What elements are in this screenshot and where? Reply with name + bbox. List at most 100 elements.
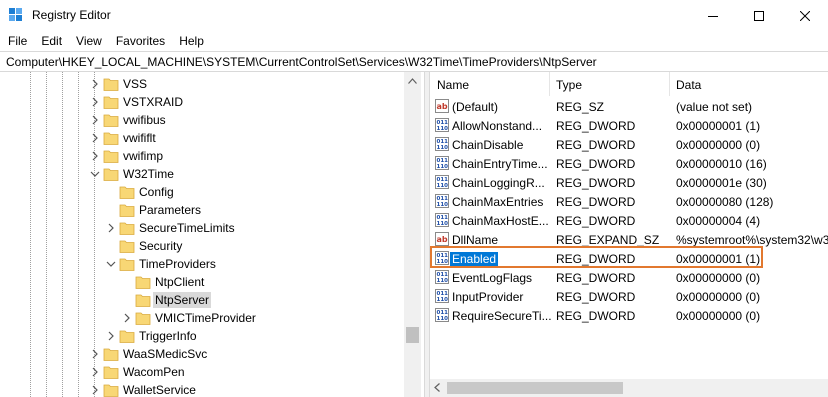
value-type: REG_DWORD [556, 214, 636, 228]
value-data: 0x00000000 (0) [676, 290, 761, 304]
value-row-chainloggingr[interactable]: 011 110 ChainLoggingR... REG_DWORD 0x0000001… [430, 173, 828, 192]
value-data: 0x00000000 (0) [676, 138, 761, 152]
key-tree: VSS VSTXRAID vwifibus vwififlt vwifimp W32Tim… [0, 72, 424, 397]
column-header-data[interactable]: Data [676, 78, 701, 92]
value-row--default[interactable]: ab (Default) REG_SZ (value not set) [430, 97, 828, 116]
column-divider[interactable] [669, 72, 670, 96]
tree-item-config[interactable]: Config [0, 183, 404, 201]
folder-icon [103, 364, 119, 380]
tree-item-label: vwifibus [123, 113, 166, 127]
enabled-row-highlight [430, 246, 763, 268]
svg-text:110: 110 [437, 202, 449, 208]
chevron-right-icon[interactable] [90, 97, 100, 107]
title-bar: Registry Editor [0, 0, 828, 31]
value-row-allownonstand[interactable]: 011 110 AllowNonstand... REG_DWORD 0x0000000… [430, 116, 828, 135]
folder-icon [103, 148, 119, 164]
address-path[interactable]: Computer\HKEY_LOCAL_MACHINE\SYSTEM\Curre… [6, 55, 597, 69]
chevron-right-icon[interactable] [90, 151, 100, 161]
binary-value-icon: 011 110 [435, 270, 449, 284]
value-row-chainmaxentries[interactable]: 011 110 ChainMaxEntries REG_DWORD 0x00000080… [430, 192, 828, 211]
value-type: REG_DWORD [556, 271, 636, 285]
tree-item-label: NtpClient [155, 275, 205, 289]
tree-item-vwififlt[interactable]: vwififlt [0, 129, 404, 147]
chevron-right-icon[interactable] [90, 349, 100, 359]
tree-vertical-scrollbar[interactable] [404, 72, 421, 397]
value-name: DllName [452, 233, 499, 247]
tree-item-wacompen[interactable]: WacomPen [0, 363, 404, 381]
folder-icon [103, 346, 119, 362]
menu-help[interactable]: Help [179, 31, 204, 51]
chevron-right-icon[interactable] [90, 133, 100, 143]
menu-edit[interactable]: Edit [41, 31, 62, 51]
tree-item-vstxraid[interactable]: VSTXRAID [0, 93, 404, 111]
tree-item-ntpclient[interactable]: NtpClient [0, 273, 404, 291]
svg-text:110: 110 [437, 183, 449, 189]
column-divider[interactable] [549, 72, 550, 96]
tree-item-vmictimeprovider[interactable]: VMICTimeProvider [0, 309, 404, 327]
minimize-icon [708, 15, 718, 17]
tree-item-parameters[interactable]: Parameters [0, 201, 404, 219]
tree-item-w32time[interactable]: W32Time [0, 165, 404, 183]
tree-item-securetimelimits[interactable]: SecureTimeLimits [0, 219, 404, 237]
menu-view[interactable]: View [76, 31, 102, 51]
tree-item-security[interactable]: Security [0, 237, 404, 255]
value-type: REG_DWORD [556, 290, 636, 304]
folder-icon [103, 76, 119, 92]
close-icon [800, 10, 810, 21]
list-scrollbar-thumb[interactable] [447, 382, 623, 394]
chevron-right-icon[interactable] [90, 115, 100, 125]
list-horizontal-scrollbar[interactable] [430, 379, 828, 397]
chevron-down-icon[interactable] [106, 259, 116, 269]
menu-file[interactable]: File [8, 31, 27, 51]
maximize-button[interactable] [736, 0, 782, 31]
svg-text:110: 110 [437, 164, 449, 170]
folder-icon [119, 202, 135, 218]
close-button[interactable] [782, 0, 828, 31]
tree-item-label: Config [139, 185, 174, 199]
chevron-down-icon[interactable] [90, 169, 100, 179]
tree-item-walletservice[interactable]: WalletService [0, 381, 404, 397]
tree-item-vwifibus[interactable]: vwifibus [0, 111, 404, 129]
chevron-right-icon[interactable] [122, 313, 132, 323]
chevron-right-icon[interactable] [106, 223, 116, 233]
menu-favorites[interactable]: Favorites [116, 31, 165, 51]
chevron-right-icon[interactable] [90, 385, 100, 395]
value-data: 0x00000004 (4) [676, 214, 761, 228]
value-row-chainentrytime[interactable]: 011 110 ChainEntryTime... REG_DWORD 0x000000… [430, 154, 828, 173]
tree-item-timeproviders[interactable]: TimeProviders [0, 255, 404, 273]
value-name: AllowNonstand... [452, 119, 543, 133]
minimize-button[interactable] [690, 0, 736, 31]
scroll-left-arrow-icon [434, 383, 440, 392]
column-header-type[interactable]: Type [556, 78, 582, 92]
tree-item-label: WaaSMedicSvc [123, 347, 208, 361]
value-row-inputprovider[interactable]: 011 110 InputProvider REG_DWORD 0x00000000 (… [430, 287, 828, 306]
value-row-requiresecureti[interactable]: 011 110 RequireSecureTi... REG_DWORD 0x00000… [430, 306, 828, 325]
tree-item-vwifimp[interactable]: vwifimp [0, 147, 404, 165]
chevron-right-icon[interactable] [106, 331, 116, 341]
tree-item-ntpserver[interactable]: NtpServer [0, 291, 404, 309]
binary-value-icon: 011 110 [435, 156, 449, 170]
tree-item-triggerinfo[interactable]: TriggerInfo [0, 327, 404, 345]
folder-icon [119, 184, 135, 200]
value-data: 0x0000001e (30) [676, 176, 767, 190]
value-name: ChainMaxEntries [452, 195, 544, 209]
folder-icon [119, 220, 135, 236]
value-row-eventlogflags[interactable]: 011 110 EventLogFlags REG_DWORD 0x00000000 (… [430, 268, 828, 287]
chevron-right-icon[interactable] [90, 367, 100, 377]
value-name: ChainDisable [452, 138, 524, 152]
column-header-name[interactable]: Name [437, 78, 469, 92]
svg-text:110: 110 [437, 316, 449, 322]
svg-text:ab: ab [437, 102, 448, 111]
folder-icon [103, 382, 119, 397]
tree-scrollbar-thumb[interactable] [406, 327, 419, 343]
address-bar[interactable]: Computer\HKEY_LOCAL_MACHINE\SYSTEM\Curre… [0, 51, 828, 72]
value-data: 0x00000000 (0) [676, 271, 761, 285]
value-row-chainmaxhoste[interactable]: 011 110 ChainMaxHostE... REG_DWORD 0x0000000… [430, 211, 828, 230]
value-row-chaindisable[interactable]: 011 110 ChainDisable REG_DWORD 0x00000000 (0… [430, 135, 828, 154]
chevron-right-icon[interactable] [90, 79, 100, 89]
value-type: REG_DWORD [556, 195, 636, 209]
value-name: ChainEntryTime... [452, 157, 548, 171]
tree-item-vss[interactable]: VSS [0, 75, 404, 93]
tree-item-waasmedicsvc[interactable]: WaaSMedicSvc [0, 345, 404, 363]
string-value-icon: ab [435, 99, 449, 113]
